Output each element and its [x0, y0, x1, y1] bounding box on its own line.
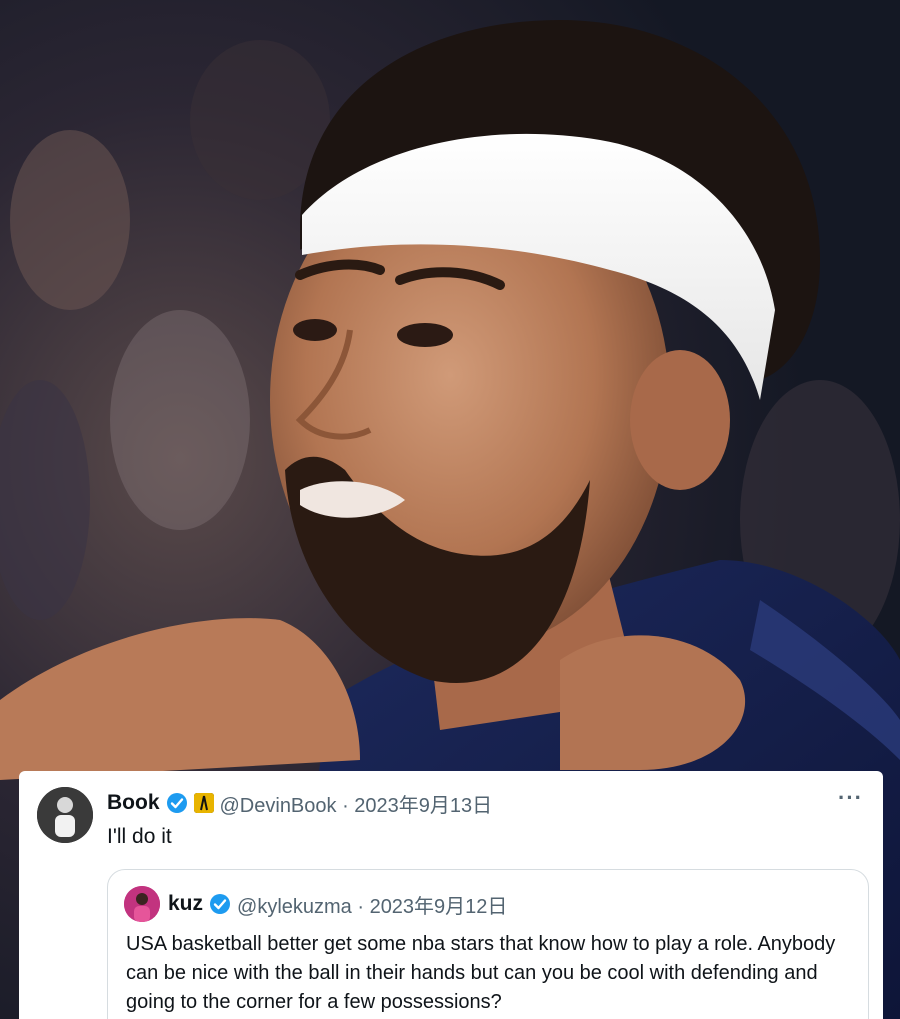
- quoted-author-handle-date[interactable]: @kylekuzma · 2023年9月12日: [237, 890, 507, 919]
- quoted-tweet[interactable]: kuz @kylekuzma · 2023年9月12日 USA basketba…: [107, 869, 869, 1019]
- author-avatar[interactable]: [37, 787, 93, 843]
- quoted-author-avatar[interactable]: [124, 886, 160, 922]
- quoted-tweet-text: USA basketball better get some nba stars…: [126, 933, 836, 1013]
- verified-badge-icon: [166, 793, 187, 813]
- tweet-text: I'll do it: [107, 825, 172, 848]
- more-options-icon[interactable]: ···: [838, 787, 863, 809]
- verified-badge-icon: [210, 894, 231, 914]
- tweet-card[interactable]: Book @DevinBook · 2023年9月13日 ··· I'll do…: [19, 771, 883, 1019]
- screenshot: Book @DevinBook · 2023年9月13日 ··· I'll do…: [0, 0, 900, 1019]
- author-handle-date[interactable]: @DevinBook · 2023年9月13日: [220, 789, 493, 818]
- tweet-header: Book @DevinBook · 2023年9月13日: [107, 789, 492, 817]
- author-name[interactable]: Book: [107, 791, 160, 815]
- quoted-author-name[interactable]: kuz: [168, 892, 203, 916]
- quoted-tweet-header: kuz @kylekuzma · 2023年9月12日: [168, 890, 507, 918]
- affiliate-badge-icon: [193, 793, 214, 813]
